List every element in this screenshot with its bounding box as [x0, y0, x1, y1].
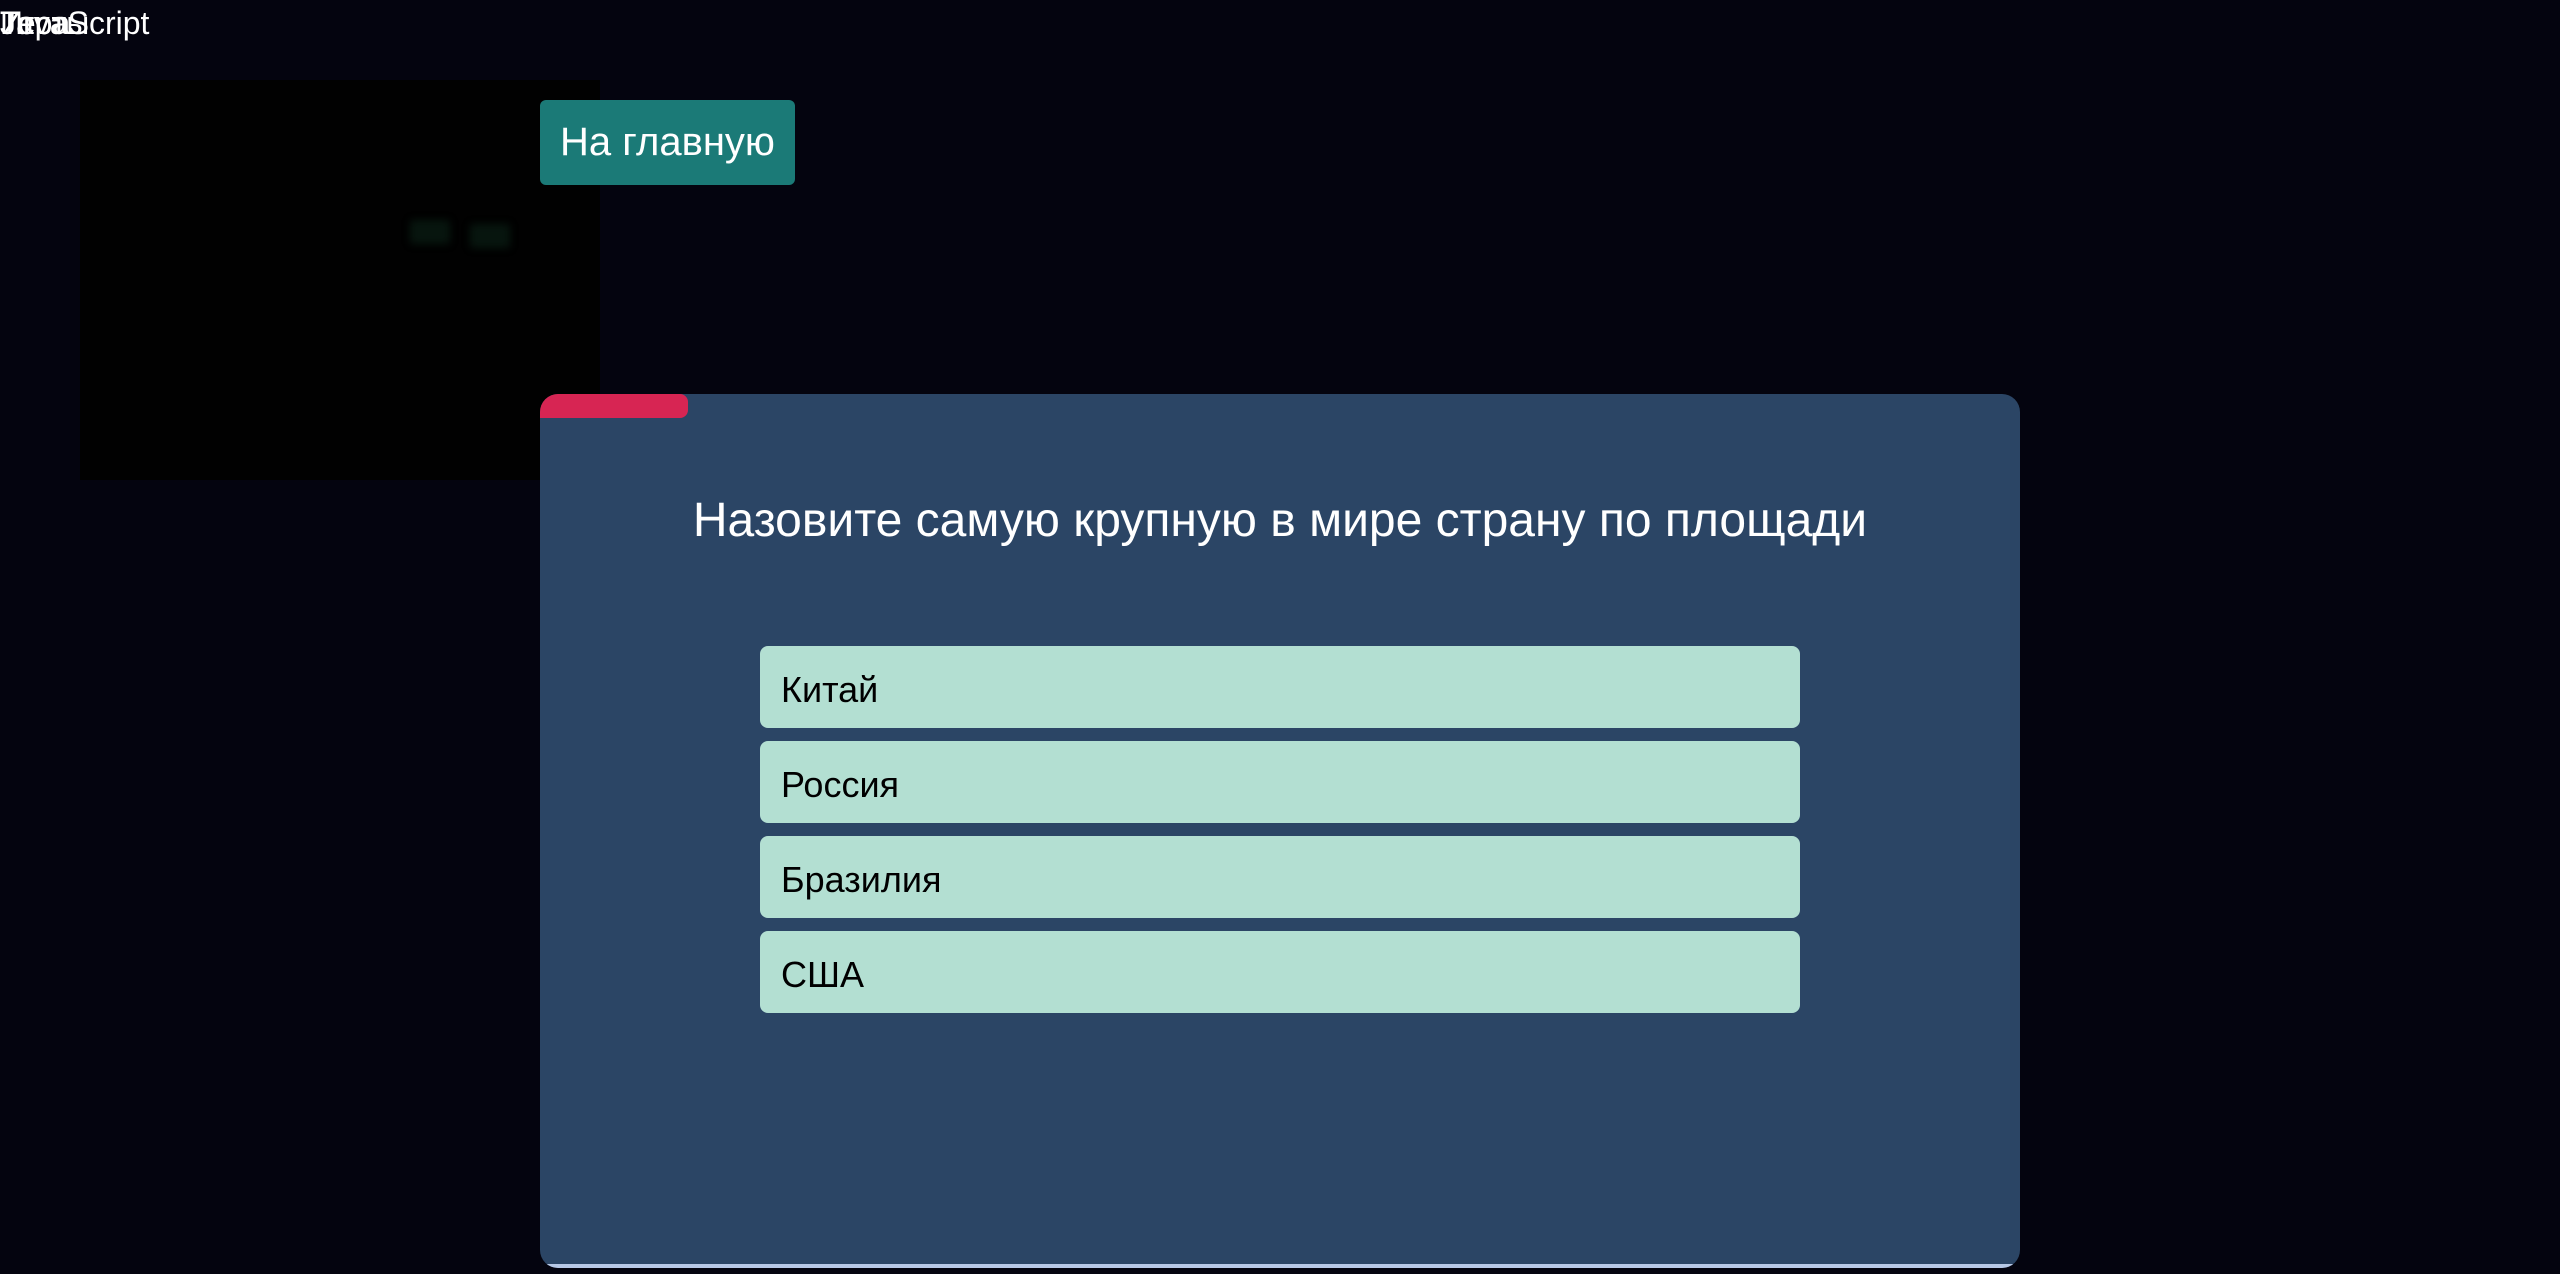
quiz-card: Назовите самую крупную в мире страну по …	[540, 394, 2020, 1268]
video-highlight	[470, 224, 510, 248]
answer-option[interactable]: Бразилия	[760, 836, 1800, 918]
card-bottom-edge	[540, 1264, 2020, 1268]
answer-option[interactable]: США	[760, 931, 1800, 1013]
answer-list: Китай Россия Бразилия США	[760, 646, 1800, 1026]
webcam-video	[80, 80, 600, 480]
progress-fill	[540, 394, 688, 418]
answer-option[interactable]: Китай	[760, 646, 1800, 728]
question-text: Назовите самую крупную в мире страну по …	[692, 494, 1868, 547]
video-highlight	[410, 220, 450, 244]
home-button[interactable]: На главную	[540, 100, 795, 185]
overlapping-nav-labels: JavaScript Игра Тест Тесты	[0, 0, 200, 44]
answer-option[interactable]: Россия	[760, 741, 1800, 823]
nav-label[interactable]: Тесты	[0, 6, 89, 40]
progress-bar	[540, 394, 2020, 418]
